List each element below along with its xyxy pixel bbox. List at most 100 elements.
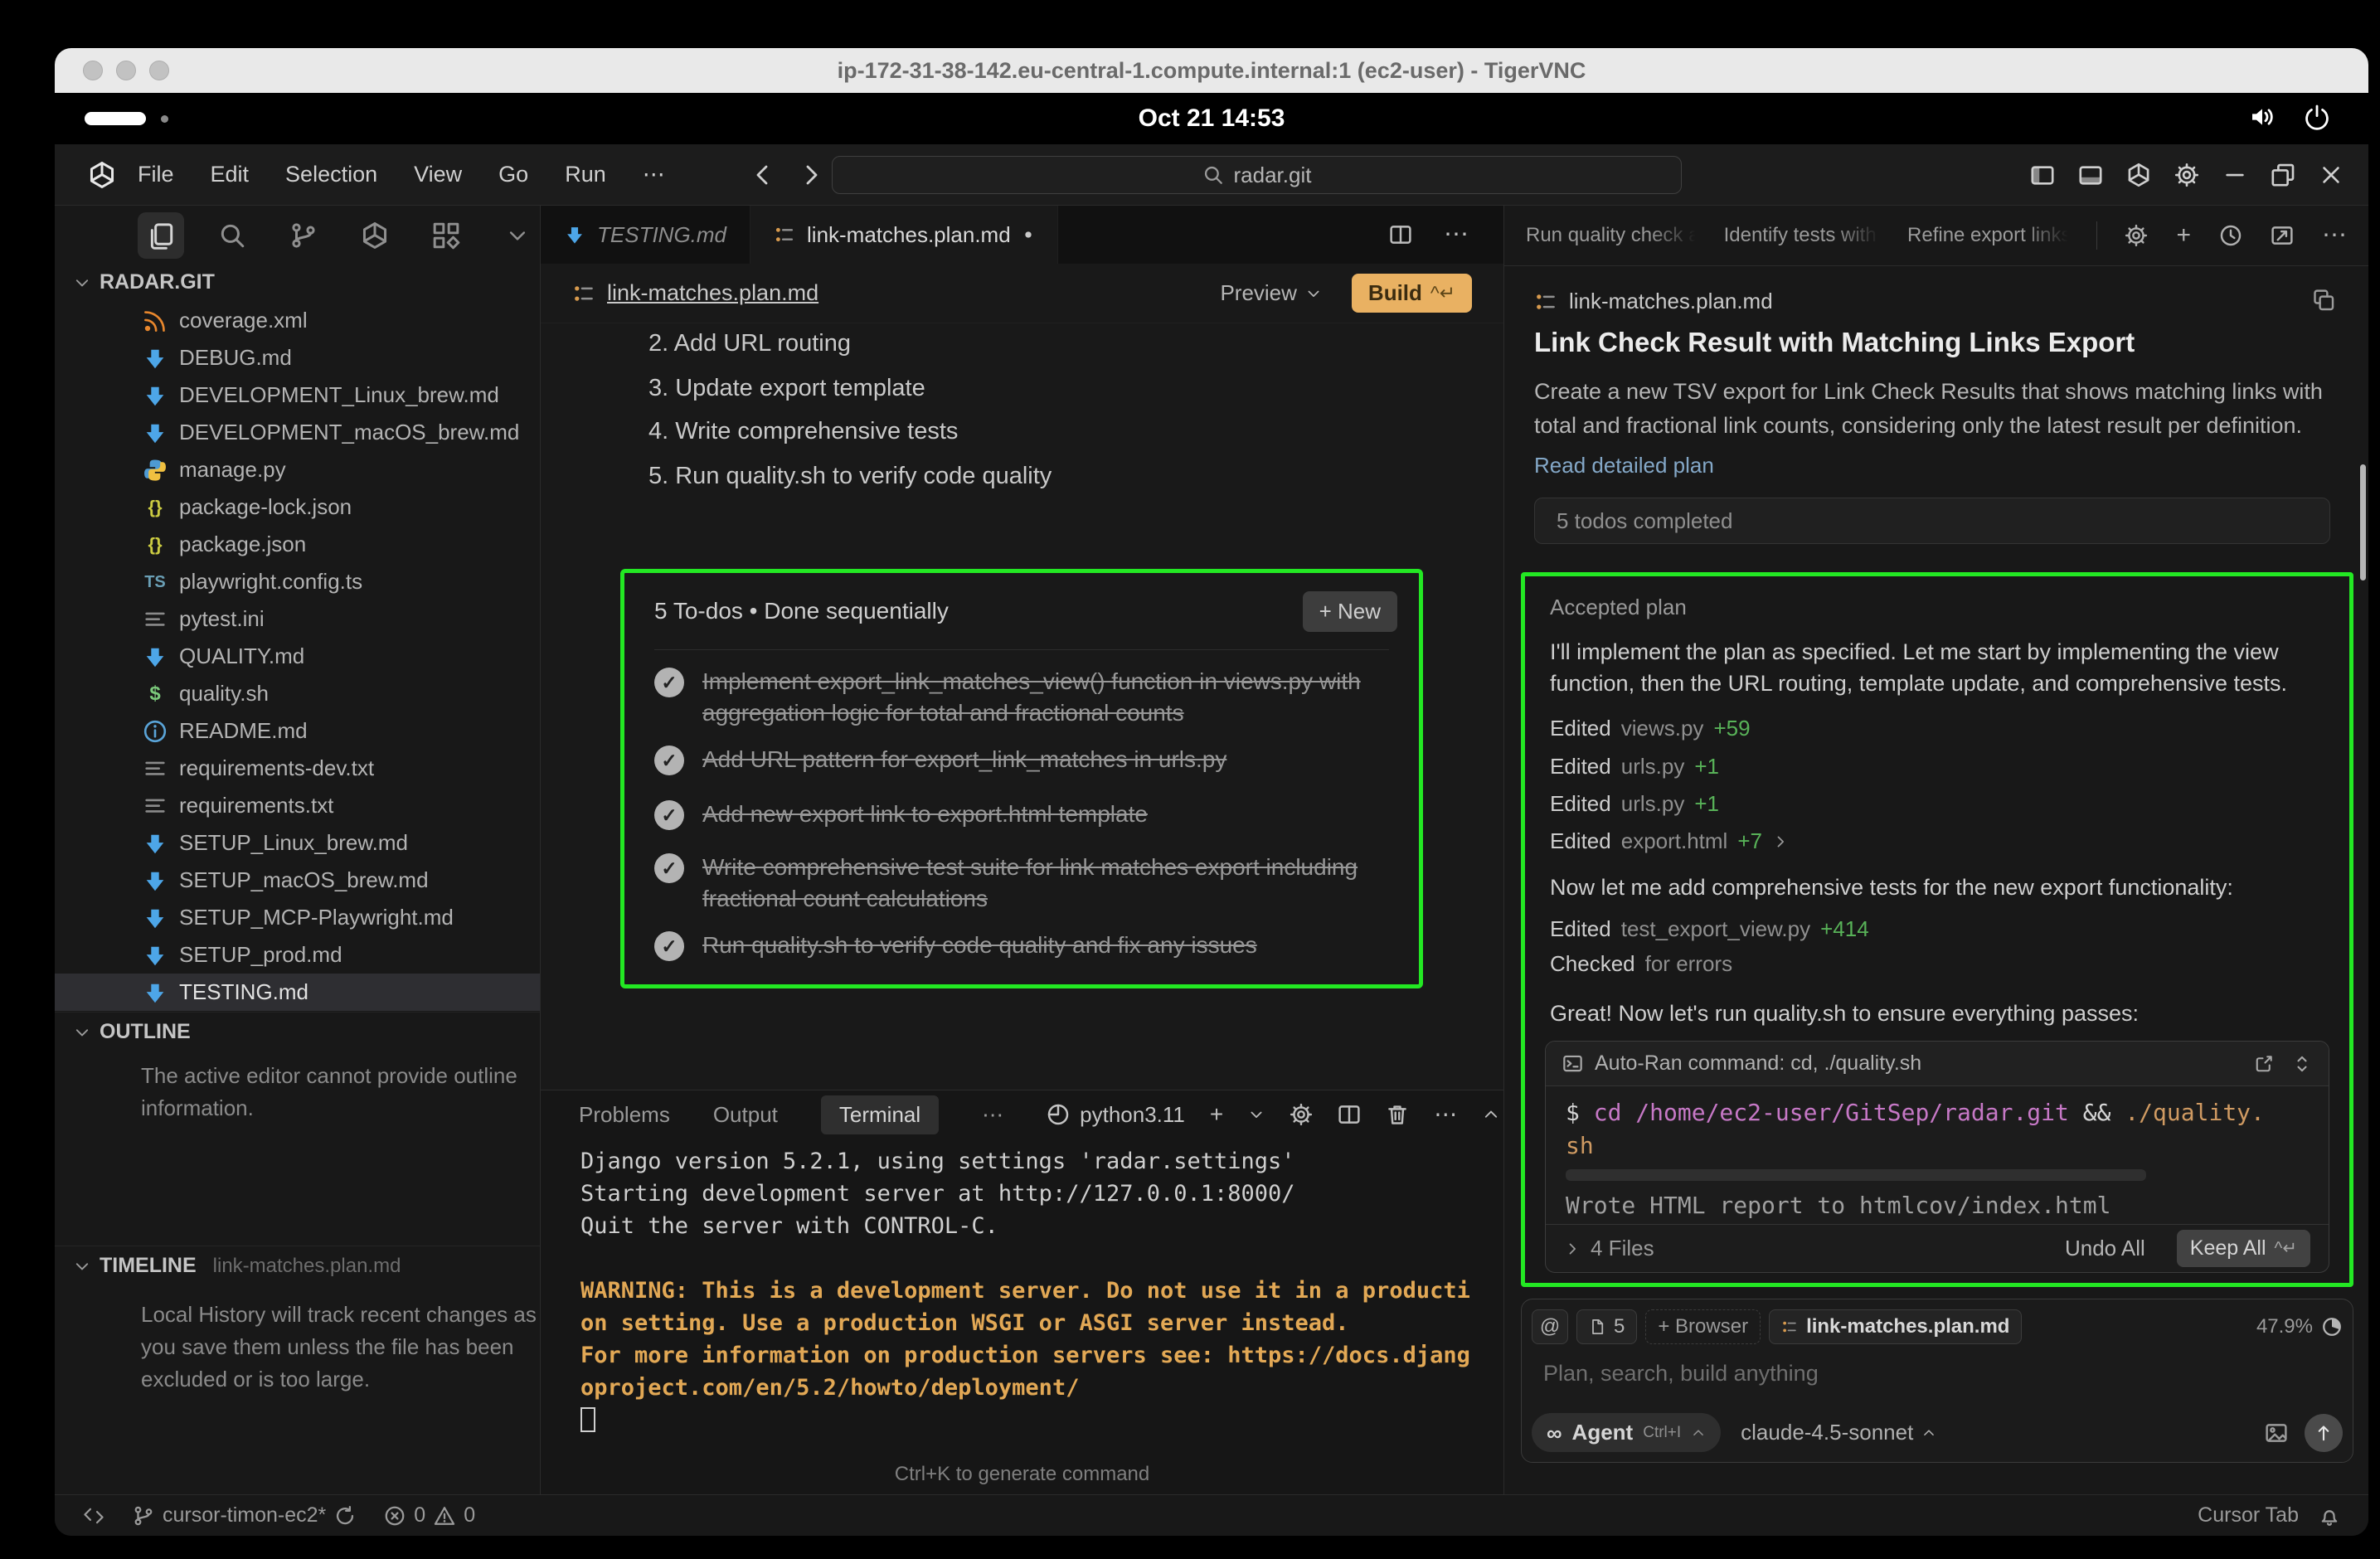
edited-file-row[interactable]: Editedexport.html+7 — [1550, 828, 1789, 854]
context-count-pill[interactable]: 5 — [1576, 1309, 1637, 1344]
minimize-icon[interactable] — [2222, 163, 2247, 187]
todo-item[interactable]: ✓Run quality.sh to verify code quality a… — [654, 930, 1389, 961]
file-item[interactable]: QUALITY.md — [55, 638, 540, 675]
new-chat-icon[interactable]: + — [2176, 223, 2191, 248]
file-item[interactable]: SETUP_MCP-Playwright.md — [55, 899, 540, 936]
model-selector[interactable]: claude-4.5-sonnet — [1741, 1420, 1936, 1445]
read-plan-link[interactable]: Read detailed plan — [1534, 453, 1714, 478]
editor-content[interactable]: 2. Add URL routing3. Update export templ… — [541, 323, 1503, 1090]
open-in-terminal-icon[interactable] — [2254, 1054, 2274, 1074]
ai-pane-icon[interactable] — [2126, 163, 2151, 187]
explorer-icon[interactable] — [138, 212, 184, 259]
preview-dropdown[interactable]: Preview — [1220, 280, 1321, 306]
todo-item[interactable]: ✓Add new export link to export.html temp… — [654, 799, 1389, 830]
terminal-output[interactable]: Django version 5.2.1, using settings 'ra… — [580, 1145, 1470, 1441]
activities-indicator[interactable] — [85, 112, 146, 125]
tab-output[interactable]: Output — [713, 1102, 778, 1128]
files-count[interactable]: 4 Files — [1591, 1236, 1654, 1261]
menu-file[interactable]: File — [138, 162, 174, 187]
file-item[interactable]: DEBUG.md — [55, 339, 540, 376]
command-line[interactable]: $ cd /home/ec2-user/GitSep/radar.git && … — [1566, 1096, 2267, 1163]
chat-tab-1[interactable]: Identify tests with e — [1724, 224, 1879, 247]
problems-indicator[interactable]: 0 0 — [384, 1503, 475, 1527]
keep-all-button[interactable]: Keep All ^↵ — [2177, 1230, 2310, 1267]
dirty-dot-icon[interactable] — [1022, 229, 1034, 240]
undo-all-button[interactable]: Undo All — [2065, 1236, 2145, 1261]
file-item[interactable]: DEVELOPMENT_Linux_brew.md — [55, 376, 540, 414]
chat-input-box[interactable]: @ 5 + Browser link-matches.plan.md 47.9% — [1521, 1299, 2353, 1463]
file-item[interactable]: coverage.xml — [55, 302, 540, 339]
menu-edit[interactable]: Edit — [211, 162, 250, 187]
settings-gear-icon[interactable] — [2174, 163, 2199, 187]
file-item[interactable]: TSplaywright.config.ts — [55, 563, 540, 600]
chevron-up-icon[interactable] — [1482, 1105, 1500, 1124]
context-usage[interactable]: 47.9% — [2256, 1315, 2343, 1338]
tab-terminal[interactable]: Terminal — [821, 1095, 939, 1134]
checked-row[interactable]: Checked for errors — [1550, 951, 1732, 977]
chat-scrollbar-thumb[interactable] — [2360, 464, 2366, 580]
copy-icon[interactable] — [2312, 289, 2335, 312]
new-terminal-icon[interactable]: + — [1210, 1103, 1223, 1126]
minimize-traffic-light[interactable] — [116, 61, 136, 80]
send-button[interactable] — [2305, 1414, 2343, 1452]
file-item[interactable]: requirements-dev.txt — [55, 750, 540, 787]
back-arrow-icon[interactable] — [750, 162, 776, 188]
zoom-traffic-light[interactable] — [149, 61, 169, 80]
edited-file-row[interactable]: Editedviews.py+59 — [1550, 716, 1751, 741]
file-item[interactable]: DEVELOPMENT_macOS_brew.md — [55, 414, 540, 451]
tab-testing-md[interactable]: TESTING.md — [541, 206, 750, 264]
git-branch-indicator[interactable]: cursor-timon-ec2* — [133, 1503, 356, 1527]
toggle-sidebar-icon[interactable] — [2030, 163, 2055, 187]
file-item[interactable]: SETUP_Linux_brew.md — [55, 824, 540, 862]
bell-icon[interactable] — [2319, 1505, 2340, 1527]
volume-icon[interactable] — [2249, 104, 2276, 130]
chat-file-ref[interactable]: link-matches.plan.md — [1534, 289, 1773, 314]
tab-problems[interactable]: Problems — [579, 1102, 670, 1128]
terminal-settings-icon[interactable] — [1290, 1103, 1313, 1126]
chevron-down-icon[interactable] — [494, 212, 541, 259]
shell-selector[interactable]: python3.11 — [1047, 1102, 1185, 1128]
history-icon[interactable] — [2219, 224, 2242, 247]
toggle-panel-icon[interactable] — [2078, 163, 2103, 187]
chat-more-icon[interactable]: ⋯ — [2322, 223, 2347, 248]
new-todo-button[interactable]: + New — [1303, 591, 1397, 632]
chat-settings-icon[interactable] — [2125, 224, 2148, 247]
browser-pill[interactable]: + Browser — [1645, 1309, 1761, 1344]
attach-image-icon[interactable] — [2265, 1421, 2288, 1445]
file-item[interactable]: SETUP_macOS_brew.md — [55, 862, 540, 899]
close-traffic-light[interactable] — [83, 61, 103, 80]
cube-view-icon[interactable] — [352, 212, 398, 259]
edited-file-row[interactable]: Editedurls.py+1 — [1550, 754, 1719, 780]
menu-selection[interactable]: Selection — [285, 162, 377, 187]
remote-indicator[interactable] — [83, 1505, 104, 1527]
menu-go[interactable]: Go — [498, 162, 528, 187]
desktop-clock[interactable]: Oct 21 14:53 — [1139, 104, 1285, 133]
mention-pill[interactable]: @ — [1532, 1309, 1568, 1344]
file-item[interactable]: SETUP_prod.md — [55, 936, 540, 974]
menu-view[interactable]: View — [414, 162, 462, 187]
plan-file-pill[interactable]: link-matches.plan.md — [1769, 1309, 2022, 1344]
split-editor-icon[interactable] — [1389, 223, 1412, 246]
explorer-root[interactable]: RADAR.GIT — [73, 270, 215, 294]
file-item[interactable]: requirements.txt — [55, 787, 540, 824]
file-item[interactable]: {}package.json — [55, 526, 540, 563]
close-icon[interactable] — [2319, 163, 2344, 187]
open-in-window-icon[interactable] — [2271, 224, 2294, 247]
build-button[interactable]: Build ^↵ — [1352, 274, 1472, 313]
todo-item[interactable]: ✓Implement export_link_matches_view() fu… — [654, 666, 1389, 729]
timeline-section-header[interactable]: TIMELINE link-matches.plan.md — [73, 1254, 401, 1278]
menu-more[interactable]: ⋯ — [643, 162, 665, 187]
edited-file-row[interactable]: Editedtest_export_view.py+414 — [1550, 916, 1869, 942]
forward-arrow-icon[interactable] — [798, 162, 824, 188]
chevron-down-icon[interactable] — [1248, 1106, 1265, 1123]
chat-tab-2[interactable]: Refine export links f — [1907, 224, 2068, 247]
chat-tab-0[interactable]: Run quality check an — [1526, 224, 1696, 247]
file-item[interactable]: $quality.sh — [55, 675, 540, 712]
plan-file-link[interactable]: link-matches.plan.md — [607, 280, 818, 306]
cursor-logo-icon[interactable] — [88, 161, 116, 189]
todo-item[interactable]: ✓Write comprehensive test suite for link… — [654, 852, 1389, 915]
editor-more-icon[interactable]: ⋯ — [1444, 222, 1469, 247]
todos-summary-box[interactable]: 5 todos completed — [1534, 498, 2330, 544]
split-terminal-icon[interactable] — [1338, 1103, 1361, 1126]
terminal-more-icon[interactable]: ⋯ — [1434, 1103, 1457, 1126]
